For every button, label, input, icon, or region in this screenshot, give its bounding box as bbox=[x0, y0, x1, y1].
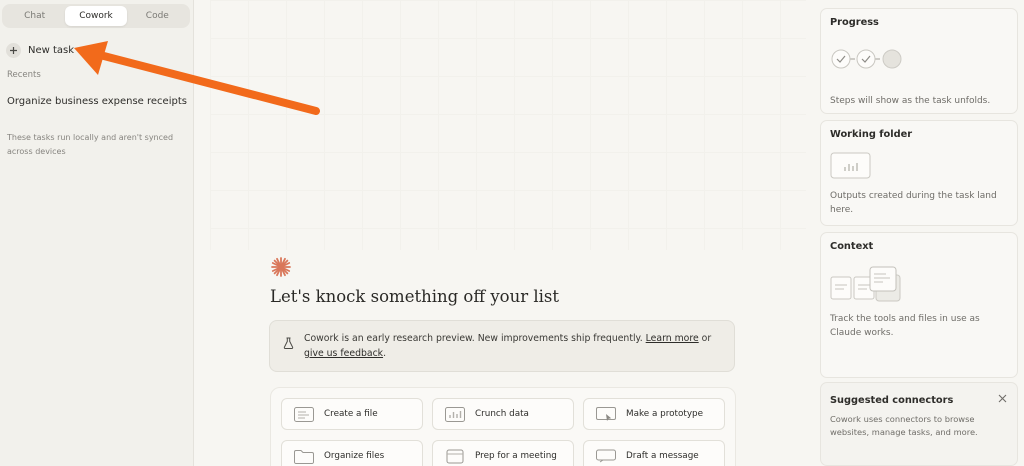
new-task-button[interactable]: New task bbox=[6, 40, 74, 60]
background-grid bbox=[210, 0, 806, 250]
progress-title: Progress bbox=[830, 17, 879, 28]
suggested-connectors-card: Suggested connectors Cowork uses connect… bbox=[820, 382, 1018, 466]
message-icon bbox=[596, 449, 616, 462]
tab-cowork[interactable]: Cowork bbox=[65, 6, 127, 26]
draft-message-button[interactable]: Draft a message bbox=[583, 440, 725, 466]
organize-files-label: Organize files bbox=[324, 451, 385, 461]
prep-meeting-label: Prep for a meeting bbox=[475, 451, 557, 461]
preview-notice: Cowork is an early research preview. New… bbox=[269, 320, 735, 372]
claude-star-icon bbox=[271, 257, 291, 277]
chart-icon bbox=[445, 406, 465, 422]
close-icon[interactable] bbox=[998, 394, 1007, 403]
working-folder-title: Working folder bbox=[830, 129, 913, 140]
tab-chat[interactable]: Chat bbox=[4, 6, 65, 26]
page-title: Let's knock something off your list bbox=[270, 287, 559, 306]
prep-meeting-button[interactable]: Prep for a meeting bbox=[432, 440, 574, 466]
sidebar: Chat Cowork Code New task Recents Organi… bbox=[0, 0, 194, 466]
crunch-data-button[interactable]: Crunch data bbox=[432, 398, 574, 430]
calendar-icon bbox=[446, 449, 464, 463]
recent-task-item[interactable]: Organize business expense receipts bbox=[7, 96, 187, 107]
make-prototype-button[interactable]: Make a prototype bbox=[583, 398, 725, 430]
suggested-connectors-title: Suggested connectors bbox=[830, 395, 954, 406]
folder-chart-icon bbox=[830, 152, 871, 179]
draft-message-label: Draft a message bbox=[626, 451, 699, 461]
organize-files-button[interactable]: Organize files bbox=[281, 440, 423, 466]
folder-icon bbox=[294, 449, 314, 464]
context-card: Context Track the tools and files in use… bbox=[820, 232, 1018, 378]
progress-body: Steps will show as the task unfolds. bbox=[830, 96, 991, 106]
local-tasks-note: These tasks run locally and aren't synce… bbox=[7, 133, 174, 156]
progress-steps-icon bbox=[831, 49, 902, 69]
flask-icon bbox=[283, 334, 294, 353]
context-files-icon bbox=[830, 266, 901, 302]
progress-card: Progress Steps will show as the task unf… bbox=[820, 8, 1018, 114]
new-task-label: New task bbox=[28, 44, 75, 56]
notice-text: Cowork is an early research preview. New… bbox=[304, 331, 724, 361]
context-title: Context bbox=[830, 241, 874, 252]
crunch-data-label: Crunch data bbox=[475, 409, 529, 419]
create-file-label: Create a file bbox=[324, 409, 378, 419]
notice-message: Cowork is an early research preview. New… bbox=[304, 333, 643, 344]
notice-or: or bbox=[701, 333, 712, 344]
working-folder-card: Working folder Outputs created during th… bbox=[820, 120, 1018, 226]
suggested-connectors-body: Cowork uses connectors to browse website… bbox=[830, 414, 978, 437]
file-icon bbox=[294, 406, 314, 422]
feedback-link[interactable]: give us feedback bbox=[304, 348, 383, 359]
recents-heading: Recents bbox=[7, 70, 41, 80]
create-file-button[interactable]: Create a file bbox=[281, 398, 423, 430]
working-folder-body: Outputs created during the task land her… bbox=[830, 191, 997, 215]
make-prototype-label: Make a prototype bbox=[626, 409, 704, 419]
plus-icon bbox=[6, 42, 21, 58]
learn-more-link[interactable]: Learn more bbox=[646, 333, 699, 344]
context-body: Track the tools and files in use as Clau… bbox=[830, 314, 980, 338]
tab-code[interactable]: Code bbox=[127, 6, 188, 26]
mode-tabs: Chat Cowork Code bbox=[2, 4, 190, 28]
notice-period: . bbox=[383, 348, 387, 359]
prototype-icon bbox=[596, 406, 616, 421]
quick-actions: Create a file Crunch data Make a prototy… bbox=[270, 387, 736, 466]
